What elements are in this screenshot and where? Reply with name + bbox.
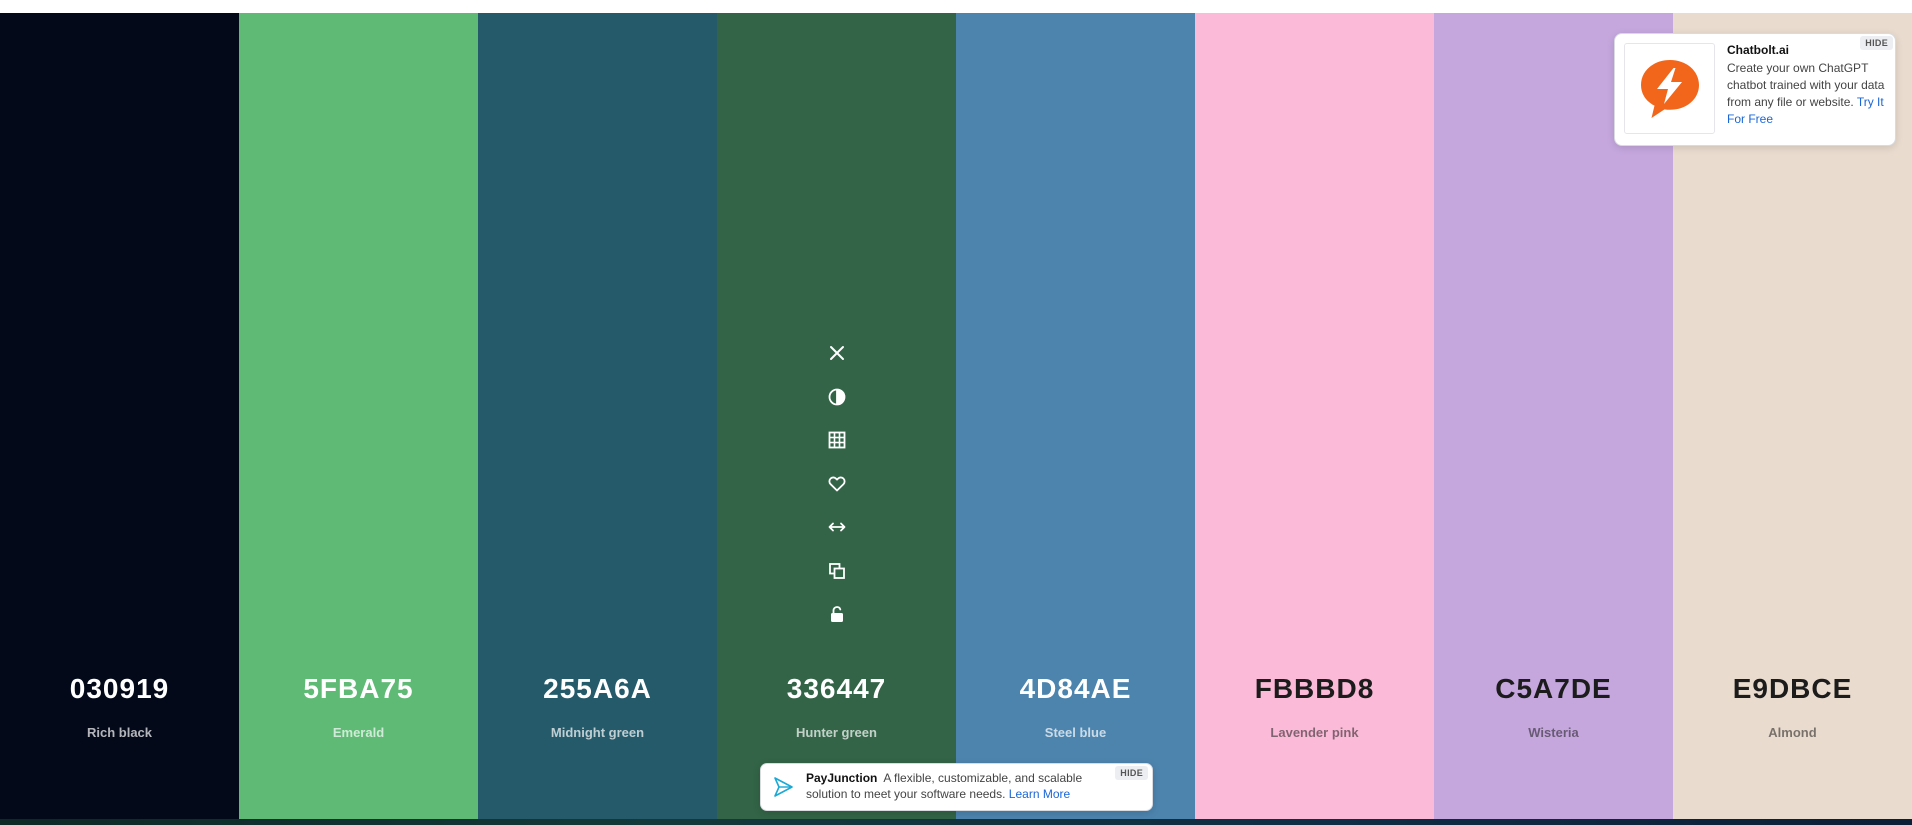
sponsor-ad-payjunction[interactable]: PayJunction A flexible, customizable, and… (760, 763, 1153, 811)
copy-icon (828, 562, 845, 579)
copy-hex-button[interactable] (823, 557, 851, 585)
color-hex-code[interactable]: 336447 (717, 673, 956, 705)
heart-icon (828, 476, 845, 491)
color-swatch[interactable]: 336447 Hunter green (717, 13, 956, 819)
color-hex-code[interactable]: 255A6A (478, 673, 717, 705)
color-swatch[interactable]: 5FBA75 Emerald (239, 13, 478, 819)
color-hex-code[interactable]: C5A7DE (1434, 673, 1673, 705)
color-name: Almond (1768, 725, 1817, 740)
drag-icon (828, 522, 845, 532)
remove-color-button[interactable] (823, 339, 851, 367)
payjunction-logo-icon (774, 777, 793, 797)
color-swatch[interactable]: FBBBD8 Lavender pink (1195, 13, 1434, 819)
color-name: Rich black (86, 725, 153, 740)
swatch-toolbar (717, 339, 956, 644)
save-color-button[interactable] (823, 470, 851, 498)
hide-ad-button[interactable]: HIDE (1860, 36, 1893, 50)
color-swatch[interactable]: 255A6A Midnight green (478, 13, 717, 819)
lightning-bolt-icon (1640, 59, 1699, 118)
color-hex-code[interactable]: 5FBA75 (239, 673, 478, 705)
grid-view-button[interactable] (823, 426, 851, 454)
hide-ad-button[interactable]: HIDE (1115, 766, 1148, 780)
bottom-strip (0, 819, 1912, 825)
shades-icon (828, 388, 845, 405)
color-name: Emerald (332, 725, 385, 740)
top-bar (0, 0, 1912, 14)
view-shades-button[interactable] (823, 383, 851, 411)
ad-brand: PayJunction (806, 771, 878, 785)
color-swatch[interactable]: 4D84AE Steel blue (956, 13, 1195, 819)
color-name: Hunter green (796, 725, 877, 740)
ad-body: PayJunction A flexible, customizable, and… (806, 770, 1116, 802)
color-name: Lavender pink (1270, 725, 1359, 740)
unlock-icon (830, 606, 843, 622)
chatbolt-logo (1624, 43, 1715, 134)
ad-cta-link[interactable]: Learn More (1009, 787, 1070, 801)
color-hex-code[interactable]: 4D84AE (956, 673, 1195, 705)
color-name: Steel blue (1044, 725, 1107, 740)
sponsor-ad-chatbolt[interactable]: Chatbolt.ai Create your own ChatGPT chat… (1614, 33, 1896, 146)
color-swatch[interactable]: 030919 Rich black (0, 13, 239, 819)
color-name: Wisteria (1528, 725, 1579, 740)
toggle-lock-button[interactable] (823, 600, 851, 628)
color-name: Midnight green (550, 725, 645, 740)
color-hex-code[interactable]: FBBBD8 (1195, 673, 1434, 705)
drag-color-handle[interactable] (823, 513, 851, 541)
color-hex-code[interactable]: E9DBCE (1673, 673, 1912, 705)
color-hex-code[interactable]: 030919 (0, 673, 239, 705)
grid-icon (828, 431, 845, 449)
close-icon (829, 346, 844, 360)
ad-brand: Chatbolt.ai (1727, 43, 1789, 57)
ad-body: Create your own ChatGPT chatbot trained … (1727, 60, 1889, 128)
